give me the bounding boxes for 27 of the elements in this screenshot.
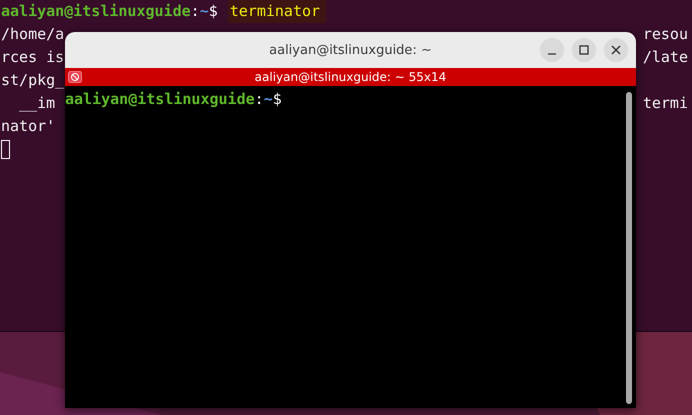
prompt-symbol: $ xyxy=(272,89,282,110)
close-icon xyxy=(611,45,621,55)
prompt-separator: : xyxy=(190,1,200,22)
maximize-button[interactable] xyxy=(572,38,596,62)
output-text: rces is xyxy=(1,47,64,68)
no-entry-icon[interactable] xyxy=(68,71,82,83)
terminal-title: aaliyan@itslinuxguide: ~ 55x14 xyxy=(254,70,448,84)
scrollbar[interactable] xyxy=(626,92,632,404)
window-title: aaliyan@itslinuxguide: ~ xyxy=(269,42,432,58)
output-text: /home/a xyxy=(1,24,64,45)
close-button[interactable] xyxy=(604,38,628,62)
maximize-icon xyxy=(579,45,589,55)
prompt-user-host: aaliyan@itslinuxguide xyxy=(1,1,191,22)
output-text: __im xyxy=(18,93,56,114)
output-text: nator' xyxy=(1,116,56,137)
output-text: st/pkg_ xyxy=(1,70,64,91)
prompt-path: ~ xyxy=(264,89,273,110)
output-text: resou xyxy=(642,24,688,45)
minimize-icon xyxy=(548,52,556,54)
text-cursor xyxy=(1,140,10,159)
output-text: /late xyxy=(642,47,688,68)
prompt-path: ~ xyxy=(200,1,209,22)
prompt-symbol: $ xyxy=(208,1,218,22)
command-text: terminator xyxy=(228,0,326,23)
prompt-separator: : xyxy=(254,89,264,110)
prompt-user-host: aaliyan@itslinuxguide xyxy=(65,89,255,110)
output-text: termi xyxy=(642,93,688,114)
